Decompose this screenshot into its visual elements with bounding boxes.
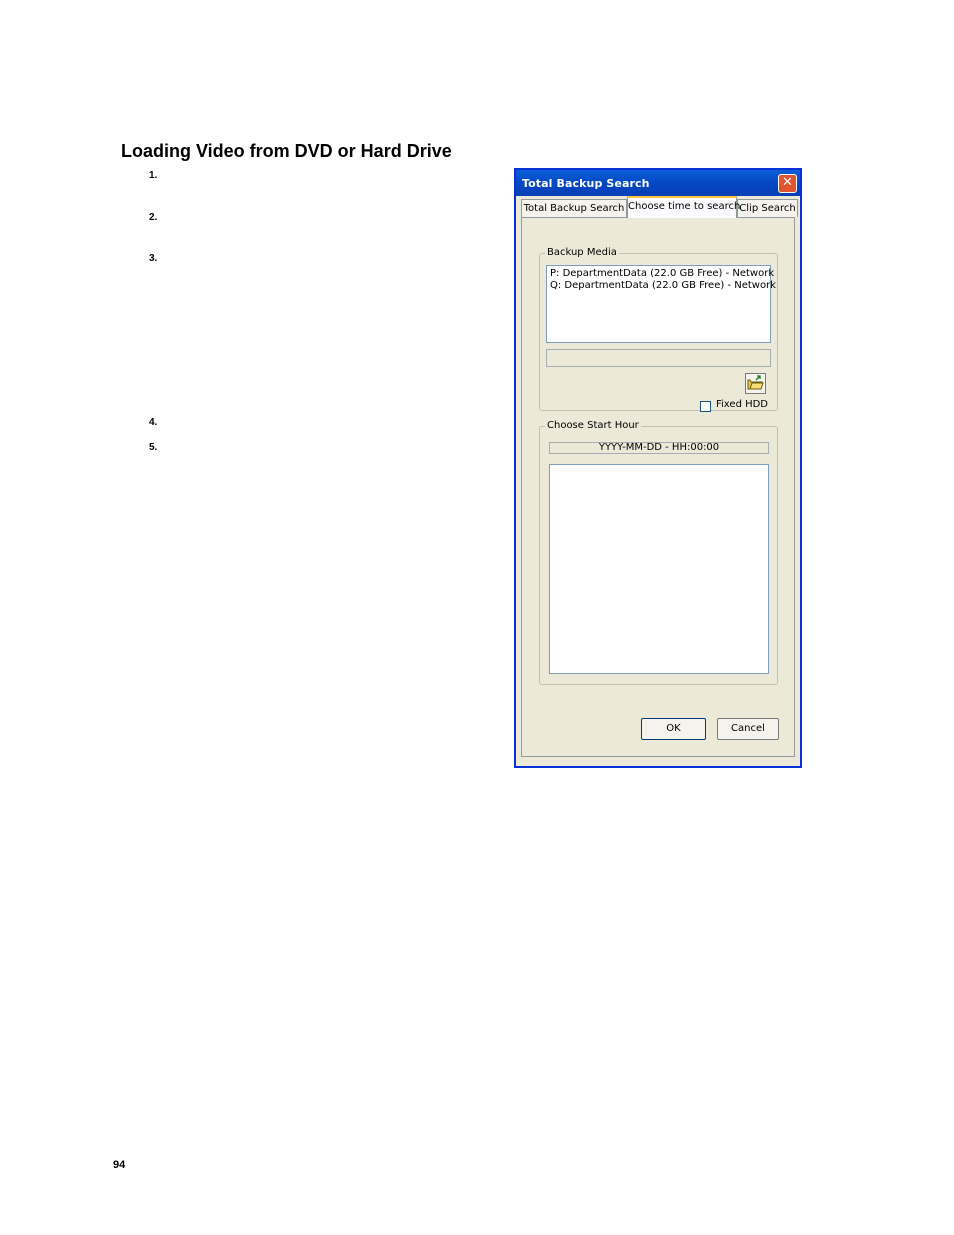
close-icon[interactable]: ✕: [778, 174, 797, 193]
ok-button[interactable]: OK: [641, 718, 706, 740]
dialog-title: Total Backup Search: [522, 177, 650, 190]
open-folder-icon: [747, 375, 764, 390]
browse-folder-button[interactable]: [745, 373, 766, 394]
fixed-hdd-checkbox[interactable]: [700, 401, 711, 412]
page-title: Loading Video from DVD or Hard Drive: [121, 141, 452, 161]
tab-panel: Backup Media P: DepartmentData (22.0 GB …: [521, 217, 795, 757]
backup-media-item[interactable]: Q: DepartmentData (22.0 GB Free) - Netwo…: [547, 280, 776, 292]
page-number: 94: [113, 1159, 126, 1171]
cancel-button[interactable]: Cancel: [717, 718, 779, 740]
tab-clip-search[interactable]: Clip Search: [737, 199, 798, 217]
start-hour-list[interactable]: [549, 464, 769, 674]
tab-choose-time-to-search[interactable]: Choose time to search: [627, 196, 740, 218]
backup-media-legend: Backup Media: [545, 247, 619, 258]
media-path-field[interactable]: [546, 349, 771, 367]
dialog-titlebar[interactable]: Total Backup Search ✕: [516, 170, 800, 196]
fixed-hdd-label: Fixed HDD: [716, 399, 769, 410]
choose-start-hour-legend: Choose Start Hour: [545, 420, 641, 431]
step-number-4: 4.: [149, 417, 158, 428]
backup-media-group: Backup Media P: DepartmentData (22.0 GB …: [539, 247, 778, 412]
tab-total-backup-search[interactable]: Total Backup Search: [521, 199, 627, 217]
choose-start-hour-group: Choose Start Hour YYYY-MM-DD - HH:00:00: [539, 420, 778, 685]
step-number-5: 5.: [149, 442, 158, 453]
hour-list-header[interactable]: YYYY-MM-DD - HH:00:00: [549, 442, 769, 454]
step-number-3: 3.: [149, 253, 158, 264]
backup-media-item[interactable]: P: DepartmentData (22.0 GB Free) - Netwo…: [547, 268, 774, 280]
step-number-2: 2.: [149, 212, 158, 223]
step-number-1: 1.: [149, 170, 158, 181]
total-backup-search-dialog: Total Backup Search ✕ Total Backup Searc…: [514, 168, 802, 768]
backup-media-list[interactable]: P: DepartmentData (22.0 GB Free) - Netwo…: [546, 265, 776, 343]
